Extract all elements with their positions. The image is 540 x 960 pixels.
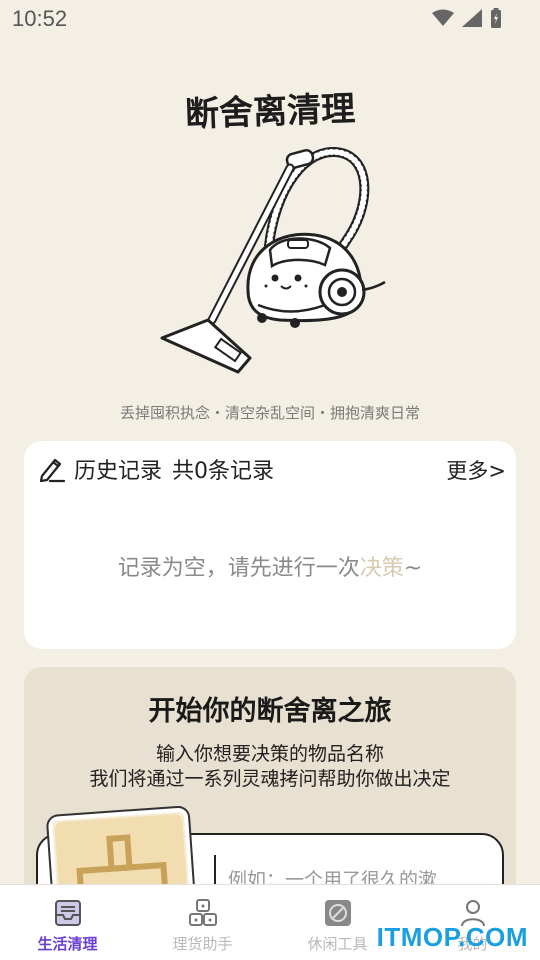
empty-highlight: 决策 (359, 556, 404, 581)
tagline: 丢掉囤积执念・清空杂乱空间・拥抱清爽日常 (119, 404, 420, 422)
history-title: 历史记录 (74, 459, 163, 484)
boxes-icon (188, 899, 217, 926)
empty-prefix: 记录为空，请先进行一次 (117, 556, 360, 581)
status-time: 10:52 (12, 6, 68, 31)
watermark: ITMOP.COM (376, 922, 528, 952)
edit-icon (39, 458, 66, 483)
history-card: 历史记录 共0条记录 更多> 记录为空，请先进行一次决策~ (24, 441, 516, 649)
nav-item-inventory-helper[interactable]: 理货助手 (135, 885, 270, 960)
nav-item-life-cleanup[interactable]: 生活清理 (0, 885, 135, 960)
nav-label: 生活清理 (37, 935, 98, 953)
history-count: 共0条记录 (172, 459, 275, 484)
nav-label: 理货助手 (172, 935, 233, 953)
journey-description-line1: 输入你想要决策的物品名称 (155, 743, 384, 765)
journey-description-line2: 我们将通过一系列灵魂拷问帮助你做出决定 (89, 768, 451, 790)
history-header: 历史记录 共0条记录 更多> (36, 453, 506, 485)
vacuum-cleaner-illustration (160, 147, 386, 374)
empty-suffix: ~ (403, 556, 423, 581)
status-icons (432, 8, 502, 28)
empty-state-text: 记录为空，请先进行一次决策~ (24, 550, 516, 582)
status-bar: 10:52 (0, 0, 540, 38)
page-title: 断舍离清理 (184, 89, 356, 135)
inbox-icon (54, 900, 81, 926)
signal-icon (462, 9, 482, 27)
more-link[interactable]: 更多> (446, 455, 506, 485)
battery-icon (491, 8, 501, 28)
tools-icon (324, 900, 351, 926)
journey-title: 开始你的断舍离之旅 (148, 696, 392, 727)
wifi-icon (432, 9, 454, 26)
